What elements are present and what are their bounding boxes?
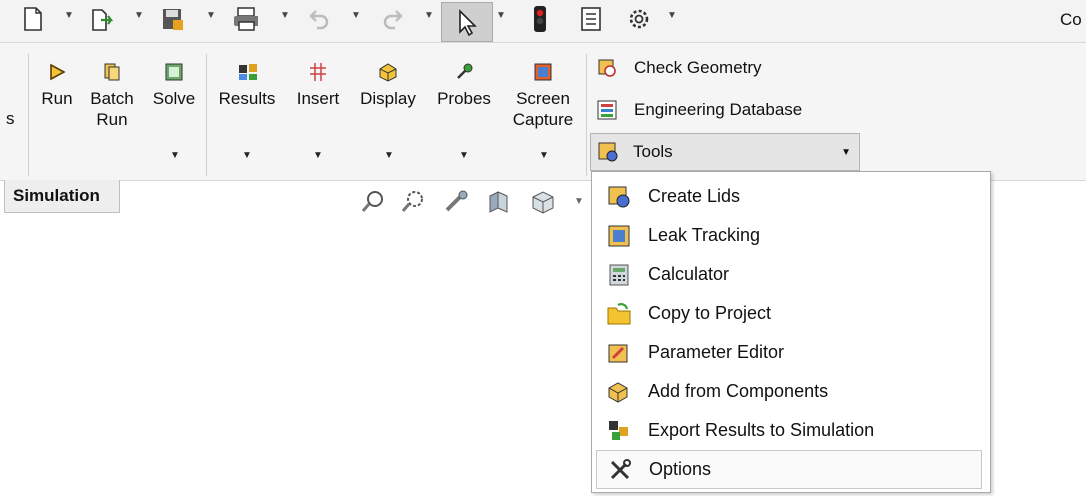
check-geometry-icon [596, 57, 618, 79]
probes-icon [454, 62, 474, 82]
previous-view-icon[interactable] [444, 188, 470, 214]
check-geometry-button[interactable]: Check Geometry [596, 50, 762, 86]
results-dropdown-icon[interactable]: ▼ [242, 150, 252, 161]
view-orientation-dropdown-icon[interactable]: ▼ [574, 196, 584, 207]
calculator-icon [606, 262, 632, 288]
menu-item-calculator[interactable]: Calculator [596, 255, 982, 294]
redo-icon[interactable] [380, 6, 406, 32]
solve-dropdown-icon[interactable]: ▼ [170, 150, 180, 161]
run-icon [47, 62, 67, 82]
menu-item-add-from-components[interactable]: Add from Components [596, 372, 982, 411]
gear-dropdown-icon[interactable]: ▼ [667, 10, 677, 21]
open-file-icon[interactable] [90, 6, 116, 32]
insert-icon [308, 62, 328, 82]
ribbon-separator [206, 54, 207, 176]
screen-capture-icon [533, 62, 553, 82]
results-button[interactable]: Results [212, 62, 282, 109]
ribbon-left-fragment: s [6, 109, 15, 128]
parameter-editor-icon [606, 340, 632, 366]
add-from-components-icon [606, 379, 632, 405]
menu-item-create-lids[interactable]: Create Lids [596, 177, 982, 216]
zoom-to-area-icon[interactable] [400, 188, 426, 214]
print-dropdown-icon[interactable]: ▼ [280, 10, 290, 21]
select-pointer-button[interactable] [441, 2, 493, 42]
undo-dropdown-icon[interactable]: ▼ [351, 10, 361, 21]
tools-dropdown-caret-icon: ▼ [841, 146, 851, 158]
list-icon[interactable] [578, 6, 604, 32]
menu-item-leak-tracking[interactable]: Leak Tracking [596, 216, 982, 255]
menu-item-copy-to-project[interactable]: Copy to Project [596, 294, 982, 333]
tab-simulation[interactable]: Simulation [4, 180, 120, 213]
results-icon [237, 62, 257, 82]
select-dropdown-icon[interactable]: ▼ [496, 10, 506, 21]
batch-run-button[interactable]: Batch Run [86, 62, 138, 130]
engineering-database-icon [596, 99, 618, 121]
ribbon-separator [28, 54, 29, 176]
gear-icon[interactable] [626, 6, 652, 32]
open-dropdown-icon[interactable]: ▼ [134, 10, 144, 21]
new-document-icon[interactable] [20, 6, 46, 32]
tools-menu: Create Lids Leak Tracking Calculator Cop… [591, 171, 991, 493]
screen-capture-dropdown-icon[interactable]: ▼ [539, 150, 549, 161]
run-button[interactable]: Run [34, 62, 80, 109]
display-icon [378, 62, 398, 82]
screen-capture-button[interactable]: Screen Capture [506, 62, 580, 130]
probes-button[interactable]: Probes [430, 62, 498, 109]
print-icon[interactable] [232, 6, 258, 32]
save-dropdown-icon[interactable]: ▼ [206, 10, 216, 21]
new-dropdown-icon[interactable]: ▼ [64, 10, 74, 21]
copy-to-project-icon [606, 301, 632, 327]
tools-dropdown[interactable]: Tools ▼ [590, 133, 860, 171]
save-icon[interactable] [160, 6, 186, 32]
probes-dropdown-icon[interactable]: ▼ [459, 150, 469, 161]
display-dropdown-icon[interactable]: ▼ [384, 150, 394, 161]
tools-icon [597, 141, 619, 163]
create-lids-icon [606, 184, 632, 210]
batch-run-icon [102, 62, 122, 82]
menu-item-export-results[interactable]: Export Results to Simulation [596, 411, 982, 450]
menu-item-parameter-editor[interactable]: Parameter Editor [596, 333, 982, 372]
section-view-icon[interactable] [486, 188, 512, 214]
insert-button[interactable]: Insert [290, 62, 346, 109]
options-tools-icon [607, 457, 633, 483]
solve-icon [164, 62, 184, 82]
quick-access-toolbar: ▼ ▼ ▼ ▼ ▼ ▼ ▼ ▼ Co [0, 0, 1086, 43]
solve-button[interactable]: Solve [148, 62, 200, 109]
traffic-light-icon[interactable] [527, 6, 553, 32]
view-orientation-icon[interactable] [530, 188, 556, 214]
undo-icon[interactable] [306, 6, 332, 32]
redo-dropdown-icon[interactable]: ▼ [424, 10, 434, 21]
display-button[interactable]: Display [352, 62, 424, 109]
export-results-icon [606, 418, 632, 444]
menu-item-options[interactable]: Options [596, 450, 982, 489]
app-title: Co [1060, 10, 1082, 29]
zoom-to-fit-icon[interactable] [360, 188, 386, 214]
ribbon-separator [586, 54, 587, 176]
leak-tracking-icon [606, 223, 632, 249]
select-pointer-icon [459, 9, 477, 37]
insert-dropdown-icon[interactable]: ▼ [313, 150, 323, 161]
engineering-database-button[interactable]: Engineering Database [596, 92, 802, 128]
